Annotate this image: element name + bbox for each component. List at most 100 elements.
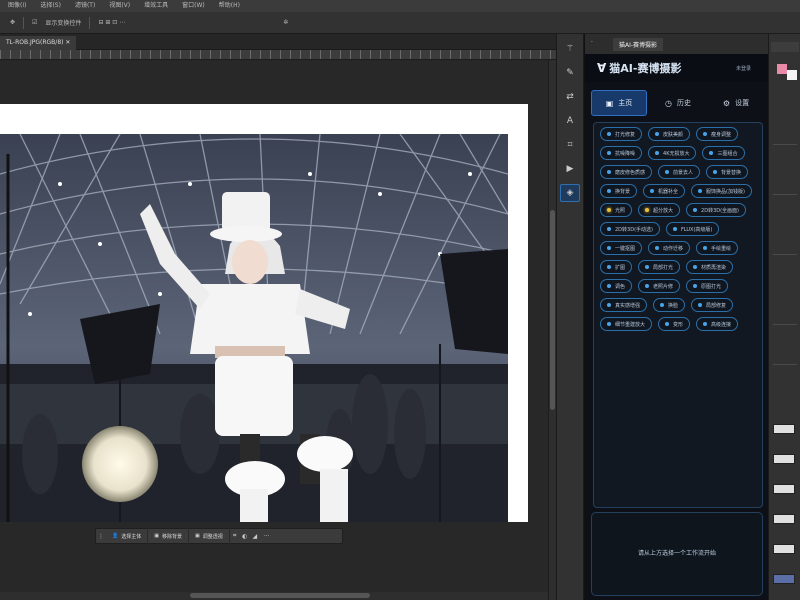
layer-thumbnail[interactable] xyxy=(773,544,795,554)
workflow-chip[interactable]: 动作迁移 xyxy=(648,241,691,255)
workflow-chip[interactable]: 材质再渲染 xyxy=(686,260,734,274)
chart-icon[interactable]: ◢ xyxy=(250,528,260,544)
bullet-icon xyxy=(607,132,611,136)
workflow-chip[interactable]: 瘦身调整 xyxy=(696,127,739,141)
workflow-chip-label: 局部打光 xyxy=(653,264,674,271)
layer-thumbnail[interactable] xyxy=(773,484,795,494)
workflow-chip[interactable]: 真实感增强 xyxy=(600,298,648,312)
menu-item[interactable]: 视图(V) xyxy=(109,0,130,12)
adjustment-icon[interactable]: ◐ xyxy=(240,528,250,544)
workflow-chip-label: 材质再渲染 xyxy=(701,264,727,271)
align-icon[interactable]: ⊟ ⊞ ⊡ ⋯ xyxy=(98,19,125,26)
tab-home[interactable]: ▣ 主页 xyxy=(591,90,647,116)
workflow-chip[interactable]: 一键抠图 xyxy=(600,241,643,255)
workflow-chip[interactable]: 打光修复 xyxy=(600,127,643,141)
document-tab[interactable]: TL-ROB.JPG(RGB/8) ✕ xyxy=(0,36,77,50)
vertical-scrollbar[interactable] xyxy=(548,60,556,600)
bullet-icon xyxy=(607,170,611,174)
wand-icon[interactable]: ⚚ xyxy=(560,40,580,58)
layer-thumbnail[interactable] xyxy=(773,574,795,584)
panel-tab-plugin[interactable]: 猫AI-赛博摄影 xyxy=(613,38,664,51)
bullet-icon xyxy=(693,265,698,269)
menu-item[interactable]: 增效工具 xyxy=(144,0,168,12)
workflow-chip[interactable]: 细节重建放大 xyxy=(600,317,653,331)
plugin-icon[interactable]: ◈ xyxy=(560,184,580,202)
workflow-chip[interactable]: 三图组合 xyxy=(702,146,745,160)
workflow-chip[interactable]: 换背景 xyxy=(600,184,638,198)
remove-background-button[interactable]: ▣ 移除背景 xyxy=(148,528,189,544)
layer-thumbnail[interactable] xyxy=(773,514,795,524)
workflow-chip-label: 超分放大 xyxy=(653,207,674,214)
workflow-chip[interactable]: 前景去人 xyxy=(658,165,701,179)
brush-icon[interactable]: ✎ xyxy=(560,64,580,82)
workflow-chip[interactable]: 2D转3D(全画面) xyxy=(686,203,746,217)
bullet-icon xyxy=(655,151,660,155)
bullet-icon xyxy=(703,322,708,326)
drag-handle-icon[interactable]: ⋮ xyxy=(96,528,106,544)
bullet-icon xyxy=(607,246,611,250)
workflow-chip[interactable]: 局部打光 xyxy=(638,260,681,274)
workflow-chip[interactable]: 机器补全 xyxy=(643,184,686,198)
tab-history[interactable]: ◷ 历史 xyxy=(651,90,705,116)
workflow-chip[interactable]: 高级连接 xyxy=(696,317,739,331)
panel-tab-collapsed[interactable]: · xyxy=(591,39,593,46)
menu-item[interactable]: 选择(S) xyxy=(40,0,61,12)
workflow-chip-label: 老照片修 xyxy=(653,283,674,290)
workflow-chip[interactable]: 皮肤美颜 xyxy=(648,127,691,141)
workflow-chip-label: 真实感增强 xyxy=(615,302,641,309)
bullet-icon xyxy=(607,284,611,288)
workflow-chip[interactable]: 服饰换品(加钱版) xyxy=(691,184,752,198)
menu-item[interactable]: 滤镜(T) xyxy=(75,0,95,12)
crop-icon[interactable]: ⌗ xyxy=(560,136,580,154)
workflow-chip[interactable]: 抗噪降噪 xyxy=(600,146,643,160)
workflow-chip[interactable]: 局部修复 xyxy=(691,298,734,312)
settings-icon[interactable]: ✲ xyxy=(283,19,288,26)
show-transform-checkbox[interactable]: ☑ xyxy=(32,19,37,26)
adjust-button[interactable]: ▣ 调整透视 xyxy=(189,528,230,544)
workflow-chip[interactable]: 手绘重绘 xyxy=(696,241,739,255)
workflow-chip-label: 动作迁移 xyxy=(663,245,684,252)
transform-icon[interactable]: ⇄ xyxy=(560,88,580,106)
workflow-chip[interactable]: 4K无损放大 xyxy=(648,146,697,160)
horizontal-scrollbar[interactable] xyxy=(0,592,548,600)
menu-item[interactable]: 帮助(H) xyxy=(219,0,240,12)
workflow-chip[interactable]: 2D转3D(手动选) xyxy=(600,222,660,236)
foreground-color-swatch[interactable] xyxy=(777,64,787,74)
text-icon[interactable]: A xyxy=(560,112,580,130)
plugin-tabs: ▣ 主页 ◷ 历史 ⚙ 设置 xyxy=(585,86,769,120)
background-color-swatch[interactable] xyxy=(787,70,797,80)
workflow-chip[interactable]: 磨皮修色质感 xyxy=(600,165,653,179)
workflow-chip[interactable]: 换脸 xyxy=(653,298,686,312)
crop-icon[interactable]: ⌗ xyxy=(230,528,240,544)
layer-thumbnail[interactable] xyxy=(773,424,795,434)
workflow-chip[interactable]: 超分放大 xyxy=(638,203,681,217)
photo-image[interactable] xyxy=(0,134,508,522)
workflow-chip[interactable]: 扩图 xyxy=(600,260,633,274)
workflow-chip[interactable]: 变形 xyxy=(658,317,691,331)
tab-home-label: 主页 xyxy=(618,99,633,107)
tab-settings-label: 设置 xyxy=(735,99,750,107)
workflow-chip[interactable]: FLUX(高级版) xyxy=(665,222,720,236)
move-tool-icon[interactable]: ✥ xyxy=(10,19,15,26)
workflow-chip[interactable]: 调色 xyxy=(600,279,633,293)
show-transform-label: 显示变换控件 xyxy=(45,20,82,27)
divider xyxy=(773,364,797,365)
layer-thumbnail[interactable] xyxy=(773,454,795,464)
plugin-title: 猫AI-赛博摄影 xyxy=(609,62,682,75)
login-status[interactable]: 未登录 xyxy=(736,65,751,72)
menu-item[interactable]: 窗口(W) xyxy=(182,0,205,12)
select-subject-button[interactable]: 👤 选择主体 xyxy=(106,528,149,544)
scrollbar-thumb[interactable] xyxy=(550,210,555,410)
tab-settings[interactable]: ⚙ 设置 xyxy=(709,90,763,116)
play-icon[interactable]: ▶ xyxy=(560,160,580,178)
bullet-icon xyxy=(645,284,650,288)
more-icon[interactable]: ··· xyxy=(260,528,274,544)
workflow-chip[interactable]: 光照 xyxy=(600,203,633,217)
workflow-chip[interactable]: 老照片修 xyxy=(638,279,681,293)
workflow-chip[interactable]: 背景替换 xyxy=(706,165,749,179)
menu-item[interactable]: 图像(I) xyxy=(8,0,26,12)
scrollbar-thumb[interactable] xyxy=(190,593,370,598)
workflow-chip[interactable]: 原图打光 xyxy=(686,279,729,293)
horizontal-ruler xyxy=(0,50,556,60)
gear-icon: ⚙ xyxy=(722,98,731,108)
